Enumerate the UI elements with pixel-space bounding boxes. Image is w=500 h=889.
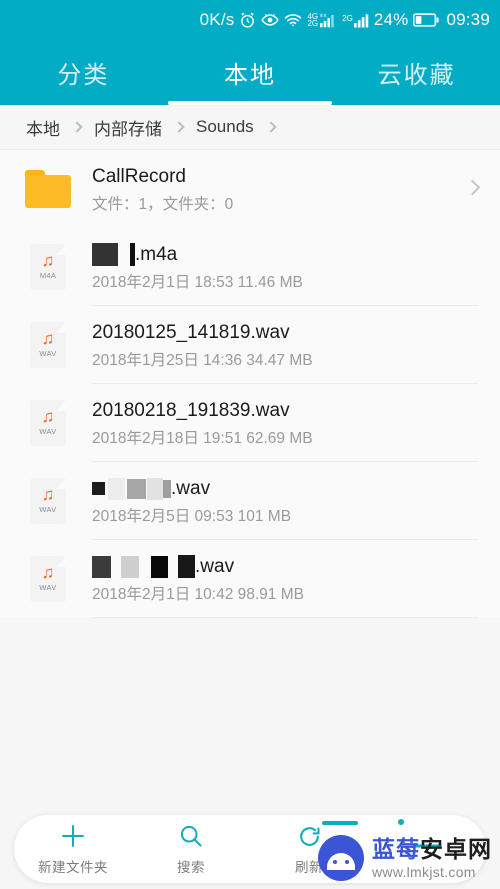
chevron-right-icon [464,179,484,198]
file-meta: 2018年2月1日 18:53 11.46 MB [92,273,303,291]
tab-categories-label: 分类 [57,62,110,89]
file-name: .wav [92,555,484,579]
tab-local-label: 本地 [224,62,276,89]
search-label: 搜索 [177,859,205,875]
redacted-text-block [121,555,139,578]
breadcrumb-item-internal-storage[interactable]: 内部存储 [90,115,166,140]
file-meta: 2018年2月18日 19:51 62.69 MB [92,429,313,447]
new-folder-button[interactable]: 新建文件夹 [14,815,132,883]
tab-local[interactable]: 本地 [167,40,334,105]
file-ext-label: WAV [39,504,57,514]
file-meta: 2018年1月25日 14:36 34.47 MB [92,351,313,369]
folder-row-body: CallRecord 文件：1，文件夹：0 [74,165,467,214]
list-item-file[interactable]: ♫ WAV .wav 2018年2月1日 10:42 98.91 MB [0,540,500,618]
file-name-text: .wav [195,555,235,577]
new-folder-label: 新建文件夹 [38,859,108,875]
breadcrumb-item-sounds[interactable]: Sounds [192,117,258,137]
file-row-body: 20180218_191839.wav 2018年2月18日 19:51 62.6… [74,399,484,448]
redacted-text-block [151,555,168,578]
redacted-text-block [92,482,105,495]
redacted-text-block [163,479,171,498]
file-name: .m4a [92,243,484,267]
file-row-body: 20180125_141819.wav 2018年1月25日 14:36 34.4… [74,321,484,370]
chevron-right-icon [260,121,282,133]
list-item-file[interactable]: ♫ M4A .m4a 2018年2月1日 18:53 11.46 MB [0,228,500,306]
row-separator [92,617,478,618]
file-ext-label: WAV [39,348,57,358]
file-name: 20180125_141819.wav [92,321,484,345]
tab-cloud-favorites[interactable]: 云收藏 [333,40,500,105]
audio-file-icon: ♫ WAV [22,556,74,602]
file-name: 20180218_191839.wav [92,399,484,423]
refresh-label: 刷新 [295,859,323,875]
redacted-text-block [127,478,146,499]
battery-percent-text: 24% [373,10,409,29]
file-meta: 2018年2月5日 09:53 101 MB [92,507,292,525]
status-bar: 0K/s 4G 2G 2G 24% 09:39 [0,0,500,40]
sim2-signal-icon: 2G [342,13,369,28]
file-name-text: 20180218_191839.wav [92,399,290,421]
file-rows-container: ♫ M4A .m4a 2018年2月1日 18:53 11.46 MB ♫ WAV 2018… [0,228,500,618]
folder-icon [22,170,74,208]
wifi-icon [284,13,302,27]
chevron-right-icon [168,121,190,133]
bottom-toolbar: 新建文件夹 搜索 刷新 [14,815,486,883]
file-name-text: 20180125_141819.wav [92,321,290,343]
file-row-body: .wav 2018年2月1日 10:42 98.91 MB [74,555,484,604]
search-icon [179,823,203,850]
network-speed-text: 0K/s [199,10,235,29]
battery-icon [413,13,440,27]
refresh-button[interactable]: 刷新 [250,815,368,883]
redacted-text-block [178,555,195,578]
top-tab-bar: 分类 本地 云收藏 [0,40,500,105]
list-item-file[interactable]: ♫ WAV .wav 2018年2月5日 09:53 101 MB [0,462,500,540]
list-item-file[interactable]: ♫ WAV 20180125_141819.wav 2018年1月25日 14:36 … [0,306,500,384]
file-name-text: .m4a [135,243,178,265]
chevron-right-icon [66,121,88,133]
redacted-text-block [92,555,111,578]
audio-file-icon: ♫ WAV [22,400,74,446]
list-item-file[interactable]: ♫ WAV 20180218_191839.wav 2018年2月18日 19:51 … [0,384,500,462]
file-ext-label: M4A [39,270,57,280]
file-name-text: .wav [171,477,211,499]
audio-file-icon: ♫ WAV [22,322,74,368]
folder-name: CallRecord [92,165,186,187]
redacted-text-block [92,243,118,266]
folder-meta: 文件：1，文件夹：0 [92,195,234,213]
sim1-2g-label: 2G [307,19,319,28]
redacted-text-block [108,477,125,500]
list-item-folder[interactable]: CallRecord 文件：1，文件夹：0 [0,150,500,228]
tab-categories[interactable]: 分类 [0,40,167,105]
file-meta: 2018年2月1日 10:42 98.91 MB [92,585,304,603]
tab-cloud-favorites-label: 云收藏 [377,62,456,89]
alarm-clock-icon [239,12,256,29]
file-manager-screen: 0K/s 4G 2G 2G 24% 09:39 分类 本地 云收藏 本地 内部存… [0,0,500,889]
breadcrumb: 本地 内部存储 Sounds [0,105,500,150]
audio-file-icon: ♫ M4A [22,244,74,290]
clock-time-text: 09:39 [446,10,490,29]
more-icon [412,833,442,860]
eye-care-icon [261,13,280,27]
redacted-text-block [147,477,163,500]
file-ext-label: WAV [39,582,57,592]
file-list: CallRecord 文件：1，文件夹：0 ♫ M4A .m4a 2018年2月1日 … [0,150,500,618]
sim2-2g-label: 2G [342,13,353,23]
file-row-body: .wav 2018年2月5日 09:53 101 MB [74,477,484,526]
plus-icon [60,823,86,850]
file-name: .wav [92,477,484,501]
file-row-body: .m4a 2018年2月1日 18:53 11.46 MB [74,243,484,292]
breadcrumb-item-local[interactable]: 本地 [22,115,64,140]
sim1-signal-icon: 4G 2G [307,13,337,28]
search-button[interactable]: 搜索 [132,815,250,883]
refresh-icon [297,823,322,850]
file-ext-label: WAV [39,426,57,436]
audio-file-icon: ♫ WAV [22,478,74,524]
more-options-button[interactable] [368,815,486,883]
